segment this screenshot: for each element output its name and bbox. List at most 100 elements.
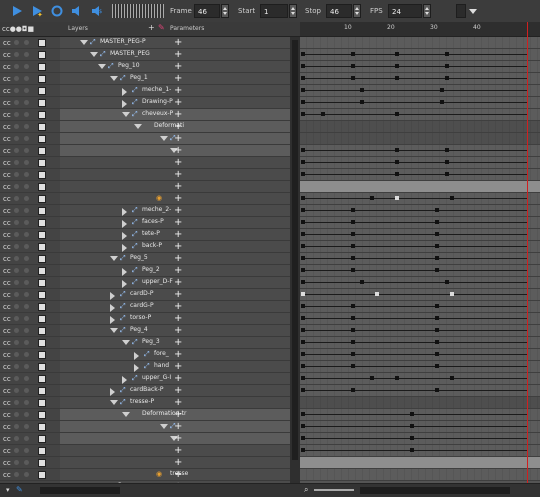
volume-slider[interactable] — [112, 4, 164, 18]
layer-color-swatch[interactable] — [38, 183, 46, 191]
timeline-row[interactable] — [300, 109, 540, 121]
visibility-toggle-icon[interactable]: cc — [3, 339, 11, 347]
visibility-toggle-icon[interactable]: cc — [3, 423, 11, 431]
lock-toggle-icon[interactable] — [14, 88, 19, 93]
visibility-toggle-icon[interactable]: cc — [3, 123, 11, 131]
keyframe[interactable] — [395, 76, 400, 80]
add-parameter-icon[interactable]: + — [174, 169, 182, 180]
layer-row[interactable]: cc ⤢ Peg_5 + — [0, 253, 300, 265]
layer-color-swatch[interactable] — [38, 363, 46, 371]
keyframe[interactable] — [350, 316, 355, 320]
timeline-row[interactable] — [300, 193, 540, 205]
keyframe[interactable] — [301, 112, 305, 116]
add-parameter-icon[interactable]: + — [174, 457, 182, 468]
keyframe[interactable] — [449, 196, 454, 200]
layer-color-swatch[interactable] — [38, 39, 46, 47]
solo-toggle-icon[interactable] — [24, 472, 29, 477]
solo-toggle-icon[interactable] — [24, 100, 29, 105]
layer-row[interactable]: cc ⤢ meche_1- + — [0, 85, 300, 97]
keyframe[interactable] — [350, 304, 355, 308]
solo-toggle-icon[interactable] — [24, 88, 29, 93]
keyframe[interactable] — [410, 412, 415, 416]
layer-row[interactable]: cc ⤢ cardD-P + — [0, 289, 300, 301]
add-parameter-icon[interactable]: + — [174, 433, 182, 444]
collapse-arrow-icon[interactable] — [110, 76, 118, 81]
layer-name[interactable]: Drawing-P — [142, 98, 173, 105]
expand-arrow-icon[interactable] — [122, 280, 127, 288]
layer-name[interactable]: upper_G-I — [142, 374, 171, 381]
keyframe[interactable] — [301, 364, 305, 368]
lock-toggle-icon[interactable] — [14, 460, 19, 465]
timeline-row[interactable] — [300, 301, 540, 313]
zoom-slider[interactable] — [314, 489, 354, 491]
timeline-row[interactable] — [300, 457, 540, 469]
timeline-row[interactable] — [300, 385, 540, 397]
lock-toggle-icon[interactable] — [14, 388, 19, 393]
lock-toggle-icon[interactable] — [14, 316, 19, 321]
lock-toggle-icon[interactable] — [14, 436, 19, 441]
keyframe[interactable] — [350, 340, 355, 344]
keyframe[interactable] — [434, 388, 439, 392]
timeline-row[interactable] — [300, 217, 540, 229]
add-parameter-icon[interactable]: + — [174, 301, 182, 312]
layer-name[interactable]: meche_1- — [142, 86, 171, 93]
solo-toggle-icon[interactable] — [24, 328, 29, 333]
visibility-toggle-icon[interactable]: cc — [3, 75, 11, 83]
solo-toggle-icon[interactable] — [24, 148, 29, 153]
layer-name[interactable]: back-P — [142, 242, 162, 249]
expand-arrow-icon[interactable] — [134, 364, 139, 372]
lock-toggle-icon[interactable] — [14, 208, 19, 213]
layer-row[interactable]: cc ⤢ tresse-P + — [0, 397, 300, 409]
add-parameter-icon[interactable]: + — [174, 325, 182, 336]
expand-arrow-icon[interactable] — [122, 208, 127, 216]
add-layer-icon[interactable]: + — [148, 23, 155, 32]
visibility-toggle-icon[interactable]: cc — [3, 231, 11, 239]
solo-toggle-icon[interactable] — [24, 232, 29, 237]
keyframe[interactable] — [350, 232, 355, 236]
timeline-row[interactable] — [300, 373, 540, 385]
keyframe[interactable] — [301, 148, 305, 152]
add-parameter-icon[interactable]: + — [174, 97, 182, 108]
solo-toggle-icon[interactable] — [24, 40, 29, 45]
layer-row[interactable]: cc ⤢ meche_2- + — [0, 205, 300, 217]
layer-row[interactable]: cc ⤢ + — [0, 421, 300, 433]
layer-color-swatch[interactable] — [38, 219, 46, 227]
keyframe[interactable] — [434, 352, 439, 356]
start-spinner[interactable] — [289, 4, 297, 18]
solo-toggle-icon[interactable] — [24, 460, 29, 465]
layer-color-swatch[interactable] — [38, 243, 46, 251]
collapse-arrow-icon[interactable] — [98, 64, 106, 69]
frame-field[interactable]: 46 — [194, 4, 220, 18]
start-field[interactable]: 1 — [260, 4, 288, 18]
keyframe[interactable] — [395, 64, 400, 68]
layer-row[interactable]: cc ⤢ cheveux-P + — [0, 109, 300, 121]
layer-name[interactable]: cheveux-P — [142, 110, 173, 117]
layer-color-swatch[interactable] — [38, 51, 46, 59]
add-parameter-icon[interactable]: + — [174, 313, 182, 324]
expand-arrow-icon[interactable] — [110, 304, 115, 312]
keyframe[interactable] — [370, 376, 375, 380]
frame-ruler[interactable]: 10 20 30 40 — [300, 22, 540, 37]
solo-toggle-icon[interactable] — [24, 340, 29, 345]
solo-toggle-icon[interactable] — [24, 244, 29, 249]
timeline-row[interactable] — [300, 289, 540, 301]
add-parameter-icon[interactable]: + — [174, 37, 182, 48]
solo-toggle-icon[interactable] — [24, 160, 29, 165]
keyframe[interactable] — [301, 448, 305, 452]
add-parameter-icon[interactable]: + — [174, 145, 182, 156]
timeline-row[interactable] — [300, 157, 540, 169]
keyframe[interactable] — [301, 316, 305, 320]
visibility-toggle-icon[interactable]: cc — [3, 375, 11, 383]
panel-options-icon[interactable] — [468, 4, 478, 18]
solo-toggle-icon[interactable] — [24, 76, 29, 81]
timeline-row[interactable] — [300, 433, 540, 445]
layer-row[interactable]: cc + — [0, 433, 300, 445]
timeline-row[interactable] — [300, 73, 540, 85]
timeline-row[interactable] — [300, 49, 540, 61]
layer-row[interactable]: cc ⤢ upper_D-F + — [0, 277, 300, 289]
add-parameter-icon[interactable]: + — [174, 253, 182, 264]
keyframe[interactable] — [360, 100, 365, 104]
collapse-arrow-icon[interactable] — [160, 136, 168, 141]
collapse-arrow-icon[interactable] — [110, 400, 118, 405]
visibility-toggle-icon[interactable]: cc — [3, 327, 11, 335]
